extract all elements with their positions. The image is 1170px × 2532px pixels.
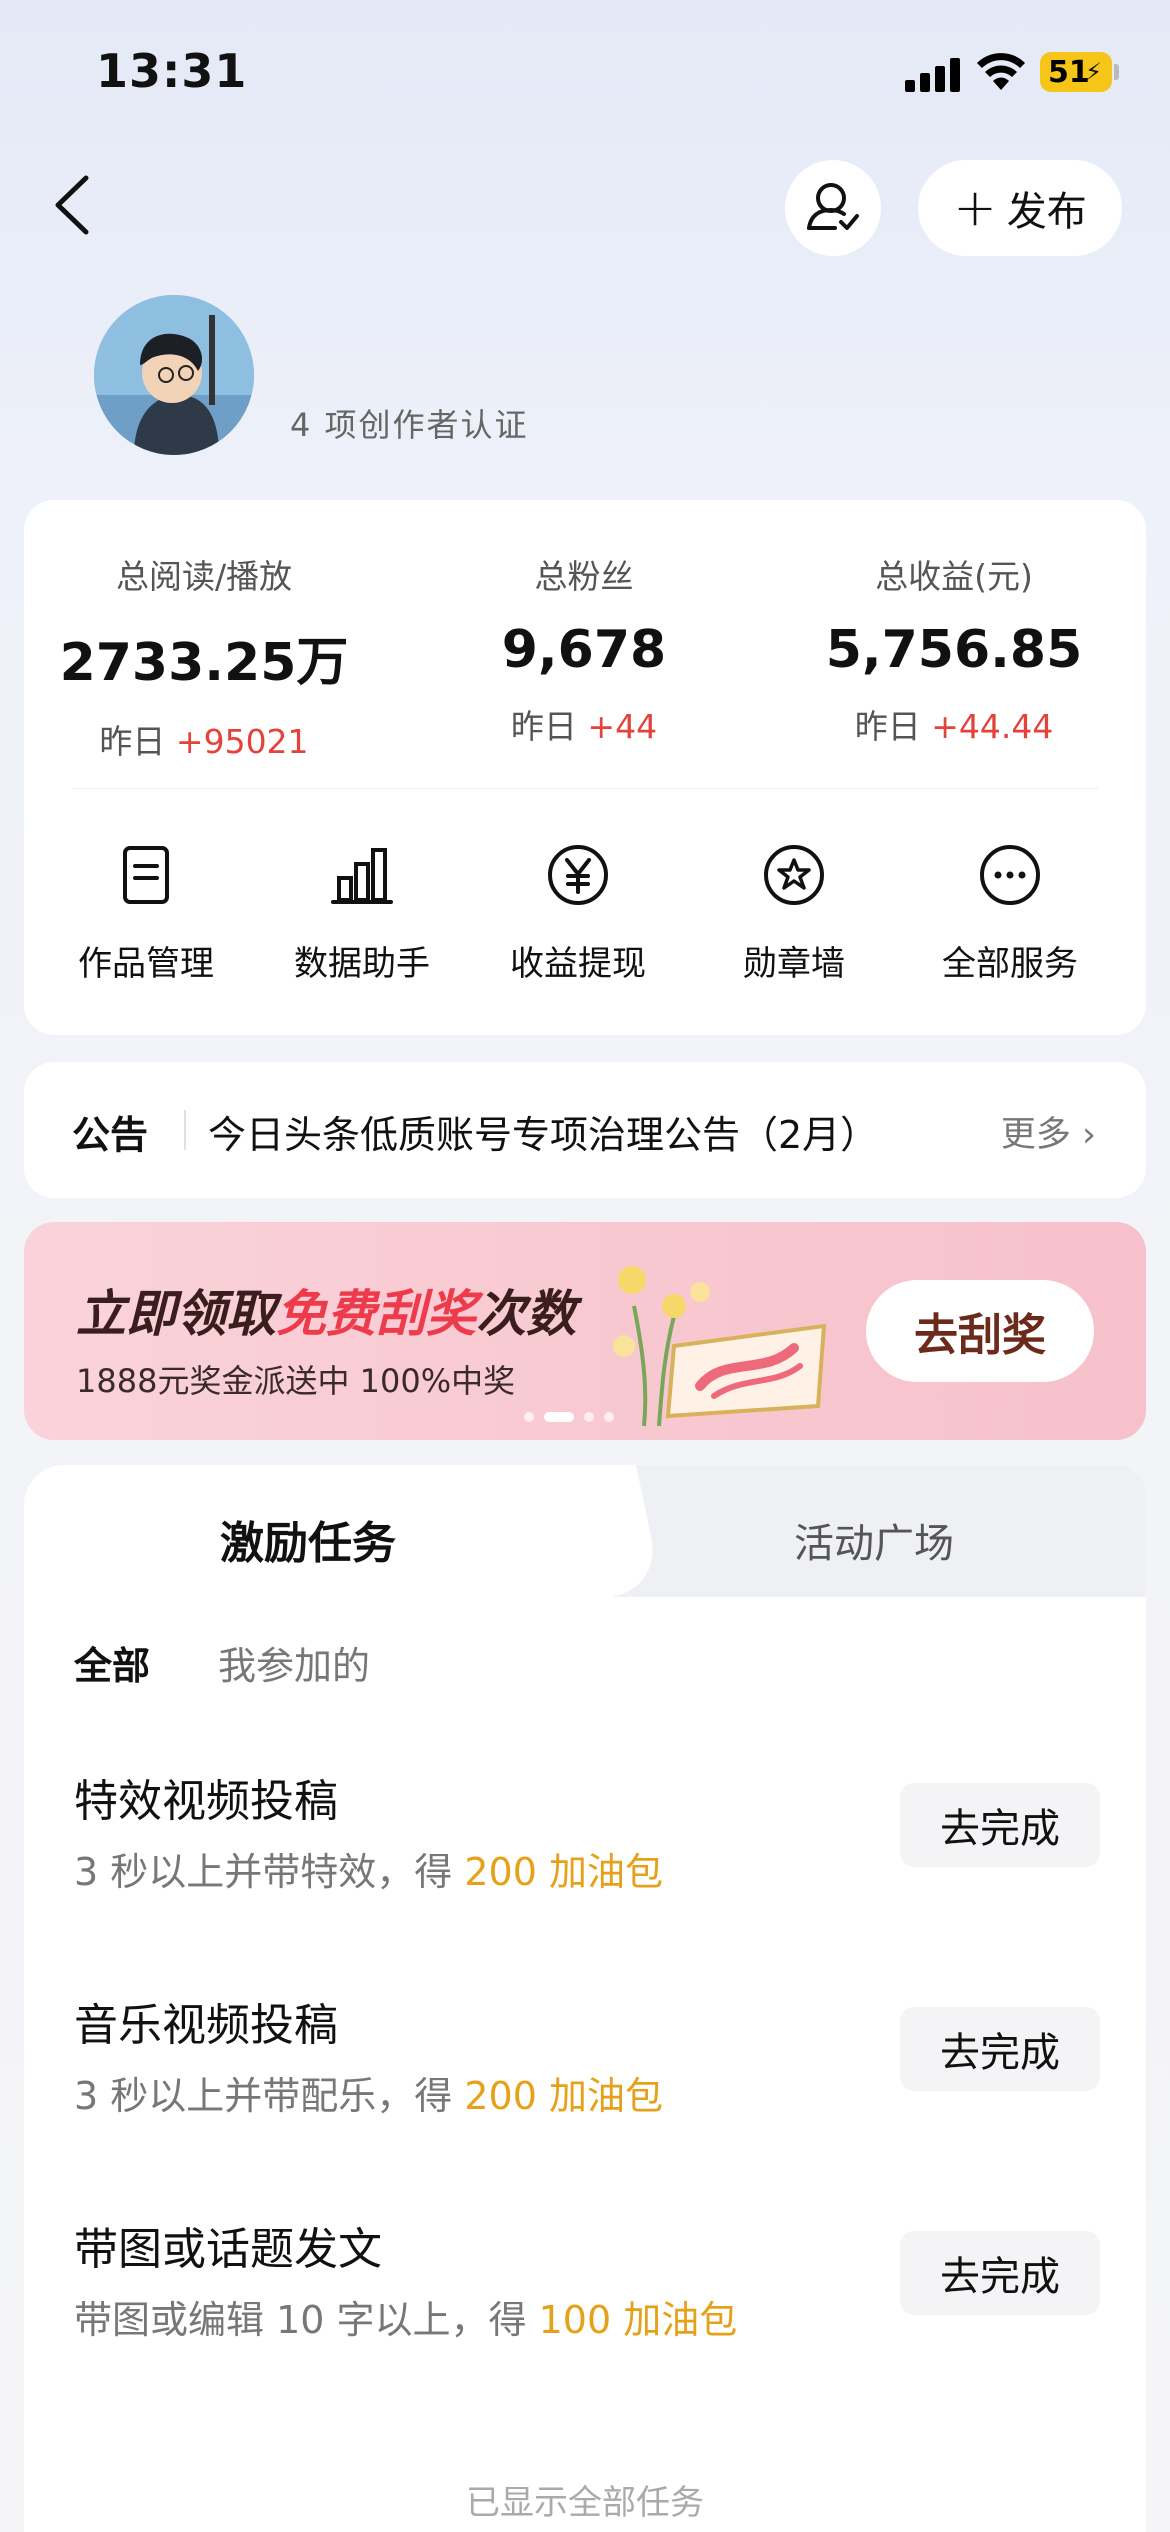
stat-delta-value: +44: [587, 707, 658, 746]
service-label: 全部服务: [942, 944, 1078, 984]
stat-delta-value: +95021: [175, 722, 309, 761]
stat-delta-prefix: 昨日: [854, 707, 921, 746]
task-desc-text: 3 秒以上并带特效，得: [74, 1850, 465, 1894]
service-label: 作品管理: [78, 944, 214, 984]
tasks-panel: 激励任务 活动广场 全部 我参加的 特效视频投稿 3 秒以上并带特效，得 200…: [24, 1465, 1146, 2532]
service-data-assistant[interactable]: 数据助手: [272, 840, 452, 985]
task-desc-text: 带图或编辑 10 字以上，得: [74, 2298, 539, 2342]
plus-icon: +: [953, 178, 997, 238]
stat-delta-prefix: 昨日: [99, 722, 166, 761]
status-bar: 13:31 51 ⚡: [0, 0, 1170, 150]
stat-total-fans[interactable]: 总粉丝 9,678 昨日 +44: [434, 550, 734, 748]
complete-task-button[interactable]: 去完成: [900, 2007, 1100, 2091]
task-reward: 100 加油包: [538, 2298, 738, 2342]
publish-label: 发布: [1006, 189, 1087, 235]
service-all-services[interactable]: 全部服务: [920, 840, 1100, 985]
announcement-more-link[interactable]: 更多 ›: [1001, 1106, 1096, 1157]
banner-title-pre: 立即领取: [76, 1284, 276, 1343]
battery-level: 51: [1048, 55, 1090, 90]
status-time: 13:31: [96, 44, 248, 98]
battery-icon: 51 ⚡: [1040, 52, 1112, 92]
divider: [72, 788, 1098, 789]
task-reward: 200 加油包: [464, 1850, 663, 1894]
carousel-dot: [604, 1412, 614, 1422]
stat-total-income[interactable]: 总收益(元) 5,756.85 昨日 +44.44: [794, 550, 1114, 748]
stat-delta: 昨日 +44.44: [794, 700, 1114, 748]
scratch-button[interactable]: 去刮奖: [866, 1280, 1094, 1382]
carousel-dot: [524, 1412, 534, 1422]
more-label: 更多: [1000, 1115, 1071, 1155]
task-title: 音乐视频投稿: [74, 2000, 338, 2051]
stat-total-reads[interactable]: 总阅读/播放 2733.25万 昨日 +95021: [54, 550, 354, 763]
announcement-bar[interactable]: 公告 今日头条低质账号专项治理公告（2月） 更多 ›: [24, 1062, 1146, 1198]
announcement-text[interactable]: 今日头条低质账号专项治理公告（2月）: [208, 1104, 878, 1159]
announcement-tag: 公告: [72, 1113, 149, 1157]
service-badge-wall[interactable]: 勋章墙: [704, 840, 884, 985]
complete-task-button[interactable]: 去完成: [900, 2231, 1100, 2315]
stat-value: 9,678: [501, 620, 667, 680]
service-works-management[interactable]: 作品管理: [56, 840, 236, 985]
publish-button[interactable]: + 发布: [918, 160, 1122, 256]
bar-chart-icon: [331, 848, 393, 904]
stat-delta-prefix: 昨日: [510, 707, 577, 746]
service-label: 收益提现: [510, 944, 646, 984]
stat-delta: 昨日 +95021: [54, 715, 354, 763]
banner-title: 立即领取免费刮奖次数: [76, 1274, 576, 1346]
all-tasks-shown-note: 已显示全部任务: [466, 2483, 704, 2523]
carousel-indicator: [524, 1412, 614, 1422]
task-item: 音乐视频投稿 3 秒以上并带配乐，得 200 加油包 去完成: [24, 1989, 1146, 2189]
user-check-icon: [807, 183, 859, 230]
service-label: 数据助手: [294, 944, 430, 984]
document-icon: [123, 846, 169, 904]
stat-delta-value: +44.44: [931, 707, 1054, 746]
stat-value: 2733.25万: [59, 633, 349, 693]
back-button[interactable]: [44, 170, 104, 240]
task-title: 带图或话题发文: [74, 2224, 382, 2275]
service-income-withdraw[interactable]: 收益提现: [488, 840, 668, 985]
stat-label: 总收益(元): [875, 557, 1033, 596]
filter-all[interactable]: 全部: [74, 1635, 150, 1690]
stat-value: 5,756.85: [825, 620, 1083, 680]
promo-banner[interactable]: 立即领取免费刮奖次数 1888元奖金派送中 100%中奖 去刮奖: [24, 1222, 1146, 1440]
avatar-image: [94, 295, 254, 455]
task-description: 带图或编辑 10 字以上，得 100 加油包: [74, 2289, 737, 2344]
charging-bolt-icon: ⚡: [1085, 58, 1102, 86]
carousel-dot-active: [544, 1412, 574, 1422]
service-label: 勋章墙: [743, 944, 845, 984]
task-description: 3 秒以上并带配乐，得 200 加油包: [74, 2065, 663, 2120]
badge-icon: [764, 845, 824, 905]
task-reward: 200 加油包: [464, 2074, 663, 2118]
profile-subtitle: 4 项创作者认证: [290, 400, 529, 446]
task-title: 特效视频投稿: [74, 1776, 338, 1827]
tab-activity-plaza[interactable]: 活动广场: [794, 1511, 954, 1569]
task-desc-text: 3 秒以上并带配乐，得: [74, 2074, 465, 2118]
chevron-right-icon: ›: [1082, 1115, 1096, 1155]
announcement-divider: [184, 1110, 186, 1150]
more-icon: [980, 845, 1040, 905]
profile-subtitle-text: 4 项创作者认证: [290, 406, 529, 444]
banner-title-highlight: 免费刮奖: [276, 1284, 476, 1343]
wifi-icon: [977, 53, 1025, 90]
task-item: 特效视频投稿 3 秒以上并带特效，得 200 加油包 去完成: [24, 1765, 1146, 1965]
tab-incentive-tasks[interactable]: 激励任务: [220, 1507, 396, 1571]
stat-delta: 昨日 +44: [434, 700, 734, 748]
stats-card: 总阅读/播放 2733.25万 昨日 +95021 总粉丝 9,678 昨日 +…: [24, 500, 1146, 1035]
avatar[interactable]: [94, 295, 254, 455]
task-item: 带图或话题发文 带图或编辑 10 字以上，得 100 加油包 去完成: [24, 2213, 1146, 2413]
banner-subtitle: 1888元奖金派送中 100%中奖: [76, 1362, 516, 1400]
stat-label: 总阅读/播放: [115, 557, 293, 596]
scratch-card-illustration: [613, 1266, 827, 1427]
carousel-dot: [584, 1412, 594, 1422]
battery-cap: [1114, 64, 1119, 80]
task-description: 3 秒以上并带特效，得 200 加油包: [74, 1841, 663, 1896]
complete-task-button[interactable]: 去完成: [900, 1783, 1100, 1867]
yuan-icon: [548, 845, 608, 905]
cellular-signal-icon: [905, 58, 961, 92]
user-verify-button[interactable]: [785, 160, 881, 256]
banner-title-post: 次数: [476, 1284, 576, 1343]
stat-label: 总粉丝: [534, 557, 634, 596]
filter-joined[interactable]: 我参加的: [218, 1635, 370, 1690]
